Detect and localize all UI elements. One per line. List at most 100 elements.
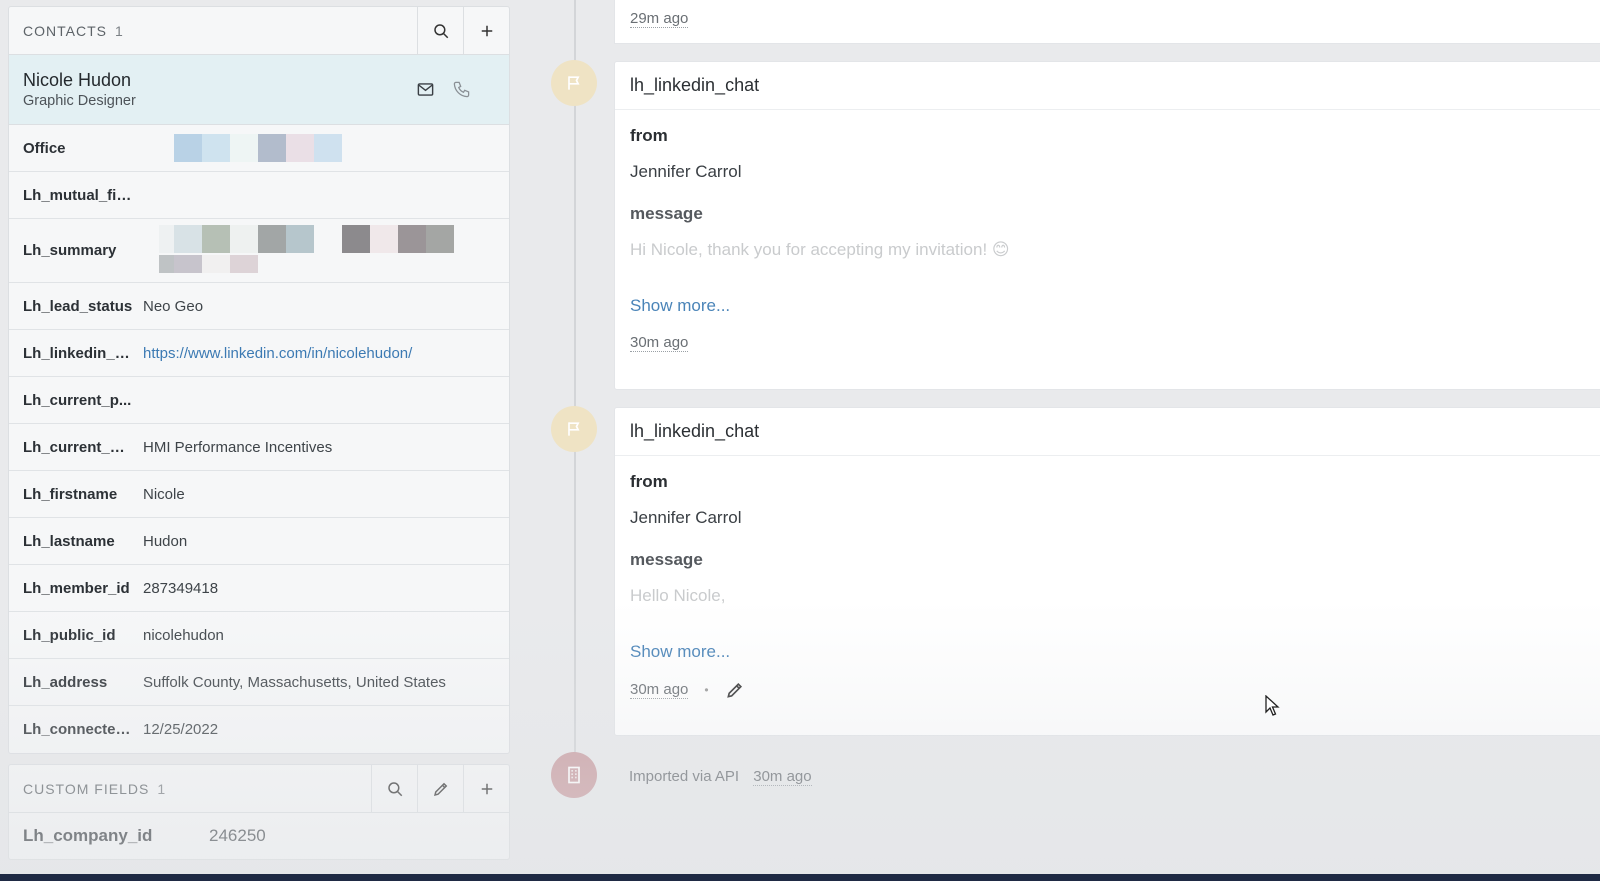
field-row-current-position: Lh_current_p... — [9, 377, 509, 424]
field-key: Lh_current_p... — [23, 391, 132, 409]
field-row-member-id: Lh_member_id 287349418 — [9, 565, 509, 612]
contact-phone-button[interactable] — [443, 70, 479, 110]
event-body: from Jennifer Carrol message Hello Nicol… — [615, 472, 1600, 700]
contact-item[interactable]: Nicole Hudon Graphic Designer — [9, 55, 509, 125]
field-key: Lh_current_co... — [23, 438, 133, 456]
chat-event-marker — [551, 406, 597, 452]
contact-role: Graphic Designer — [23, 93, 136, 109]
custom-fields-add-button[interactable] — [463, 764, 509, 813]
contact-actions — [407, 70, 479, 110]
timestamp[interactable]: 30m ago — [630, 334, 689, 352]
timestamp[interactable]: 30m ago — [630, 681, 689, 699]
from-label: from — [630, 472, 668, 491]
contacts-header: CONTACTS 1 — [9, 6, 509, 55]
field-row-linkedin: Lh_linkedin_p... https://www.linkedin.co… — [9, 330, 509, 377]
building-icon — [568, 766, 580, 784]
contacts-search-button[interactable] — [417, 6, 463, 55]
taskbar-strip — [0, 874, 1600, 881]
field-value: 287349418 — [143, 579, 219, 597]
field-value: 12/25/2022 — [143, 721, 219, 738]
flag-icon — [568, 76, 580, 90]
left-panel: CONTACTS 1 Nicole Hudon Graphic Designer — [8, 6, 510, 860]
field-row-summary: Lh_summary — [9, 219, 509, 283]
timeline-line — [574, 0, 576, 770]
field-key: Lh_connected... — [23, 721, 133, 738]
chat-event-card: lh_linkedin_chat from Jennifer Carrol me… — [614, 61, 1600, 390]
contact-name: Nicole Hudon — [23, 70, 132, 90]
field-key: Lh_lead_status — [23, 297, 133, 315]
field-value: Nicole — [143, 485, 185, 503]
timestamp[interactable]: 30m ago — [753, 768, 812, 786]
custom-fields-count: 1 — [157, 780, 167, 797]
field-value: HMI Performance Incentives — [143, 438, 333, 456]
field-key: Lh_address — [23, 673, 108, 691]
field-value: Neo Geo — [143, 297, 204, 315]
field-row-company-id: Lh_company_id 246250 — [9, 813, 509, 859]
contact-email-button[interactable] — [407, 70, 443, 110]
redacted-summary-line1 — [159, 225, 454, 253]
plus-icon — [481, 783, 492, 794]
field-key: Lh_lastname — [23, 532, 115, 550]
contacts-title: CONTACTS 1 — [9, 23, 417, 39]
timestamp[interactable]: 29m ago — [630, 10, 689, 28]
plus-icon — [481, 25, 492, 36]
field-row-mutual-first: Lh_mutual_first — [9, 172, 509, 219]
field-row-lastname: Lh_lastname Hudon — [9, 518, 509, 565]
search-icon — [387, 781, 402, 796]
import-text: Imported via API — [629, 768, 740, 785]
message-label: message — [630, 204, 703, 223]
show-more-link[interactable]: Show more... — [630, 642, 1588, 662]
field-row-public-id: Lh_public_id nicolehudon — [9, 612, 509, 659]
field-value: Suffolk County, Massachusetts, United St… — [143, 673, 446, 691]
field-row-current-company: Lh_current_co... HMI Performance Incenti… — [9, 424, 509, 471]
search-icon — [433, 23, 448, 38]
field-row-office: Office — [9, 125, 509, 172]
from-value: Jennifer Carrol — [630, 162, 742, 181]
mail-icon — [417, 83, 433, 96]
field-key: Lh_summary — [23, 242, 117, 259]
message-label: message — [630, 550, 703, 569]
contacts-card: CONTACTS 1 Nicole Hudon Graphic Designer — [8, 6, 510, 754]
message-preview: Hi Nicole, thank you for accepting my in… — [630, 240, 1010, 259]
mouse-cursor-icon — [1265, 695, 1280, 716]
chat-event-marker — [551, 60, 597, 106]
pencil-icon[interactable] — [725, 680, 745, 700]
from-label: from — [630, 126, 668, 145]
contacts-count: 1 — [114, 22, 124, 39]
custom-fields-title: CUSTOM FIELDS 1 — [9, 781, 371, 797]
custom-fields-search-button[interactable] — [371, 764, 417, 813]
field-key: Lh_mutual_first — [23, 186, 133, 204]
field-key: Lh_firstname — [23, 485, 118, 503]
timeline-top-card: 29m ago — [614, 0, 1600, 44]
redacted-office — [159, 134, 342, 162]
event-title: lh_linkedin_chat — [615, 62, 1600, 110]
linkedin-link[interactable]: https://www.linkedin.com/in/nicolehudon/ — [133, 345, 412, 362]
separator-dot: • — [704, 683, 709, 697]
pencil-icon — [433, 782, 447, 796]
message-preview: Hello Nicole, — [630, 586, 726, 605]
custom-fields-card: CUSTOM FIELDS 1 Lh_company_id 246250 — [8, 764, 510, 860]
contacts-add-button[interactable] — [463, 6, 509, 55]
from-value: Jennifer Carrol — [630, 508, 742, 527]
import-event: Imported via API 30m ago — [629, 768, 812, 786]
redacted-summary-line2 — [159, 255, 258, 273]
custom-fields-header: CUSTOM FIELDS 1 — [9, 764, 509, 813]
import-event-marker — [551, 752, 597, 798]
field-row-lead-status: Lh_lead_status Neo Geo — [9, 283, 509, 330]
field-value: 246250 — [209, 826, 266, 845]
field-key: Office — [23, 139, 66, 157]
field-row-connected: Lh_connected... 12/25/2022 — [9, 706, 509, 753]
field-key: Lh_public_id — [23, 626, 116, 644]
event-body: from Jennifer Carrol message Hi Nicole, … — [615, 126, 1600, 352]
field-value: Hudon — [143, 532, 188, 550]
show-more-link[interactable]: Show more... — [630, 296, 1588, 316]
field-row-address: Lh_address Suffolk County, Massachusetts… — [9, 659, 509, 706]
custom-fields-edit-button[interactable] — [417, 764, 463, 813]
field-key: Lh_linkedin_p... — [23, 344, 133, 362]
field-value: nicolehudon — [143, 626, 224, 644]
contacts-title-label: CONTACTS — [23, 22, 107, 39]
event-title: lh_linkedin_chat — [615, 408, 1600, 456]
phone-icon — [453, 81, 469, 98]
field-key: Lh_company_id — [23, 826, 153, 845]
field-key: Lh_member_id — [23, 579, 130, 597]
